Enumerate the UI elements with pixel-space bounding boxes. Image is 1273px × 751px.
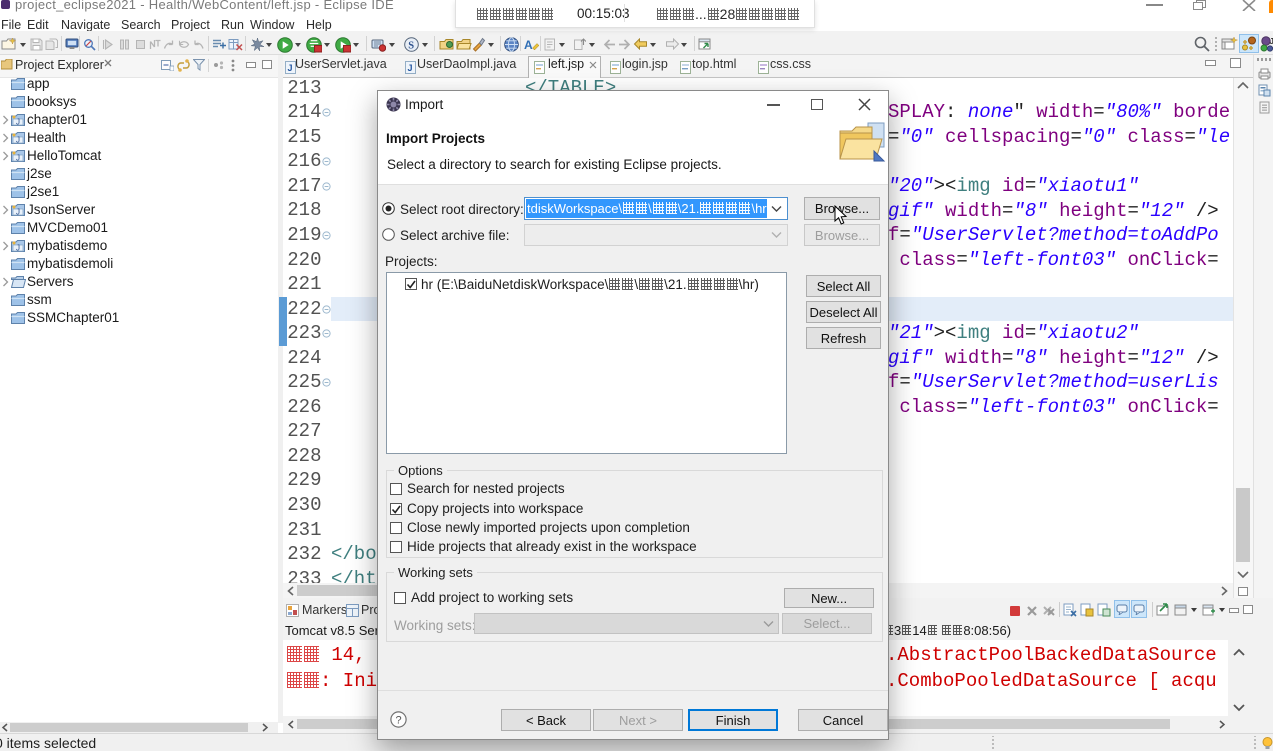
svg-text:J: J	[16, 208, 20, 217]
svg-text:A: A	[524, 38, 533, 52]
svg-text:J: J	[16, 136, 20, 145]
svg-text:J: J	[16, 244, 20, 253]
svg-text:?: ?	[396, 715, 402, 727]
svg-text:J: J	[16, 154, 20, 163]
svg-text:J: J	[16, 118, 20, 127]
svg-text:J: J	[408, 63, 413, 73]
svg-text:J: J	[1270, 37, 1273, 46]
svg-text:S: S	[408, 41, 414, 52]
svg-text:J: J	[288, 63, 293, 73]
